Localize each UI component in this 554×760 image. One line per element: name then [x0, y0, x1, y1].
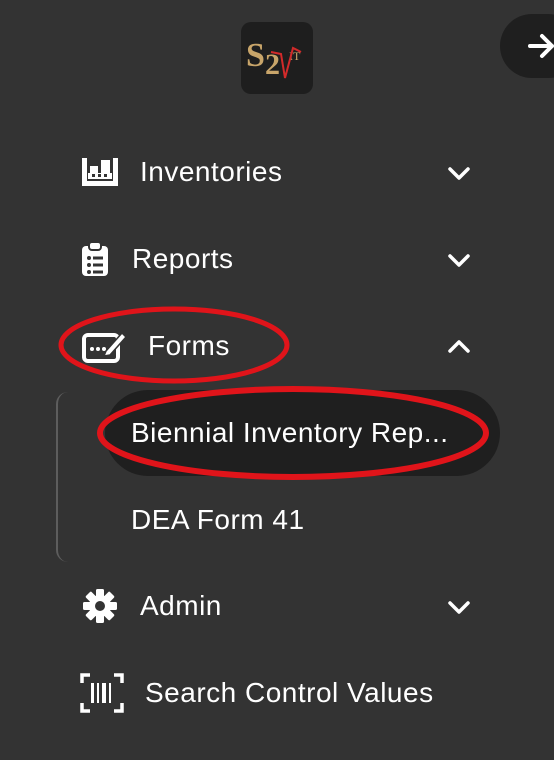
nav-item-reports[interactable]: Reports [0, 227, 554, 291]
chevron-down-icon[interactable] [446, 247, 472, 273]
nav-label-inventories: Inventories [140, 156, 283, 187]
s2it-logo-icon: S 2 IT [246, 37, 302, 81]
clipboard-list-icon [82, 241, 108, 276]
edit-form-icon [82, 331, 128, 363]
subnav-item-dea-form-41[interactable]: DEA Form 41 [105, 477, 500, 563]
svg-text:S: S [246, 37, 265, 74]
nav-item-inventories[interactable]: Inventories [0, 140, 554, 204]
nav-item-search-control-values[interactable]: Search Control Values [0, 661, 554, 725]
barcode-scan-icon [80, 673, 124, 713]
arrow-right-icon [528, 34, 554, 58]
nav-label-forms: Forms [148, 330, 230, 361]
chevron-up-icon[interactable] [446, 334, 472, 360]
inventory-icon [82, 158, 118, 186]
nav-label-admin: Admin [140, 590, 222, 621]
chevron-down-icon[interactable] [446, 594, 472, 620]
subnav-item-biennial-inventory-report[interactable]: Biennial Inventory Rep... [105, 390, 500, 476]
subnav-label-biennial-inventory-report: Biennial Inventory Rep... [131, 417, 449, 448]
forms-subnav-rail [56, 392, 68, 562]
collapse-sidebar-button[interactable] [500, 14, 554, 78]
nav-label-reports: Reports [132, 243, 234, 274]
gear-icon [83, 589, 117, 623]
subnav-label-dea-form-41: DEA Form 41 [131, 504, 305, 535]
chevron-down-icon[interactable] [446, 160, 472, 186]
nav-item-forms[interactable]: Forms [0, 314, 554, 378]
nav-item-admin[interactable]: Admin [0, 574, 554, 638]
nav-label-search-control-values: Search Control Values [145, 677, 434, 708]
app-logo[interactable]: S 2 IT [241, 22, 313, 94]
